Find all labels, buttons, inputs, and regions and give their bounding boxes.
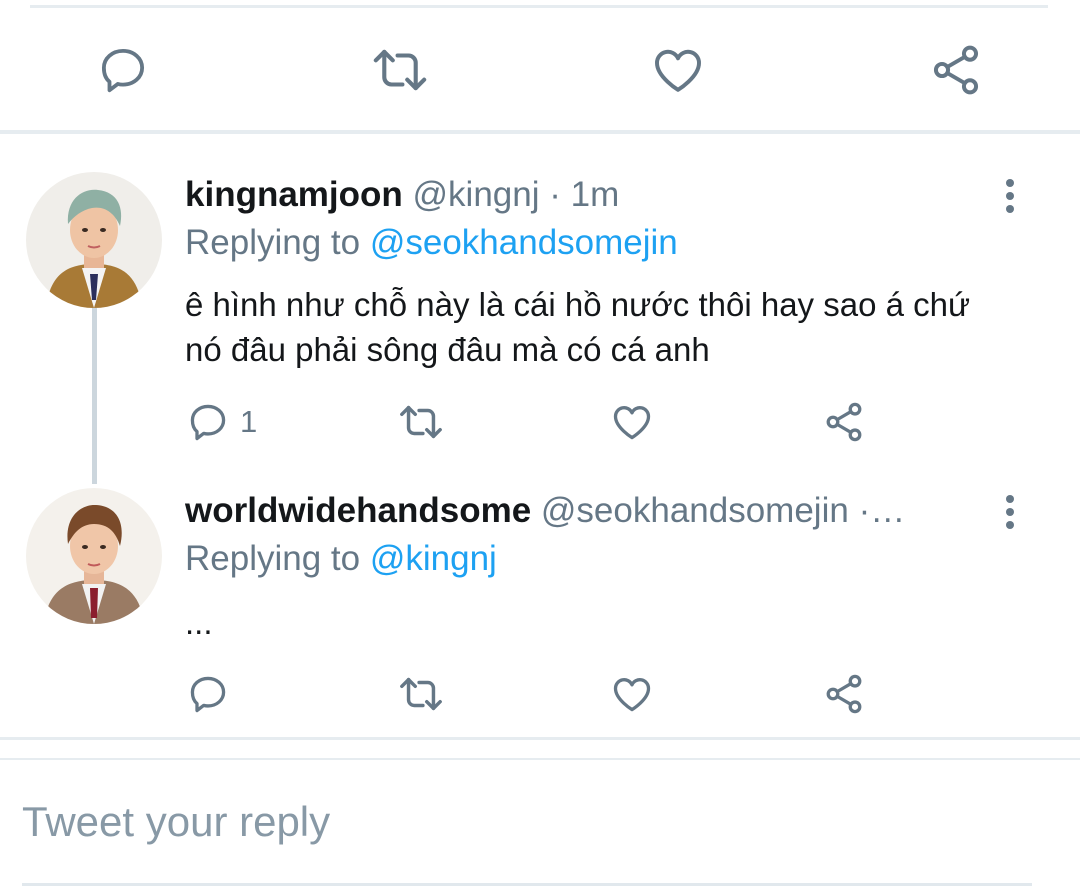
reply-button[interactable] bbox=[93, 40, 153, 100]
replying-to-line: Replying to @seokhandsomejin bbox=[185, 222, 678, 264]
replying-to-label: Replying to bbox=[185, 539, 361, 578]
display-name[interactable]: kingnamjoon bbox=[185, 175, 403, 214]
top-divider-line bbox=[30, 5, 1048, 8]
share-icon bbox=[826, 674, 862, 714]
avatar-kingnamjoon-image bbox=[26, 172, 162, 308]
reply-button[interactable]: 1 bbox=[186, 398, 257, 446]
timestamp: 1m bbox=[570, 175, 620, 214]
share-button[interactable] bbox=[822, 670, 866, 718]
display-name[interactable]: worldwidehandsome bbox=[185, 491, 531, 530]
more-options-button[interactable] bbox=[990, 174, 1030, 218]
replying-to-label: Replying to bbox=[185, 223, 361, 262]
more-options-button[interactable] bbox=[990, 490, 1030, 534]
parent-tweet-actions bbox=[0, 40, 1080, 100]
thread-connector-line bbox=[92, 308, 97, 484]
compose-divider bbox=[0, 758, 1080, 760]
tweet-text: ... bbox=[185, 604, 213, 641]
reply-input-underline bbox=[22, 883, 1032, 886]
tweet-actions: 1 bbox=[0, 398, 1080, 446]
replying-to-mention[interactable]: @kingnj bbox=[370, 539, 497, 578]
reply-count: 1 bbox=[240, 404, 258, 439]
like-icon bbox=[613, 678, 651, 712]
more-dots-icon bbox=[1006, 179, 1014, 187]
replying-to-mention[interactable]: @seokhandsomejin bbox=[370, 223, 678, 262]
retweet-button[interactable] bbox=[398, 398, 444, 446]
retweet-button[interactable] bbox=[370, 40, 430, 100]
retweet-icon bbox=[400, 677, 442, 711]
retweet-button[interactable] bbox=[398, 670, 444, 718]
tweet-text: ê hình như chỗ này là cái hồ nước thôi h… bbox=[185, 286, 971, 368]
retweet-icon bbox=[373, 49, 427, 91]
tweet-header: worldwidehandsome @seokhandsomejin ·… bbox=[185, 490, 975, 532]
avatar-worldwidehandsome-image bbox=[26, 488, 162, 624]
more-dots-icon bbox=[1006, 495, 1014, 503]
separator-dot: · bbox=[549, 175, 561, 214]
reply-button[interactable] bbox=[186, 670, 230, 718]
share-icon bbox=[933, 45, 979, 95]
like-icon bbox=[613, 406, 651, 440]
tweet-reply-input[interactable] bbox=[22, 792, 1042, 852]
tweet-header: kingnamjoon @kingnj · 1m bbox=[185, 174, 985, 216]
like-button[interactable] bbox=[648, 40, 708, 100]
tweet-actions bbox=[0, 670, 1080, 718]
user-handle[interactable]: @kingnj bbox=[413, 175, 540, 214]
retweet-icon bbox=[400, 405, 442, 439]
reply-icon bbox=[190, 676, 226, 713]
avatar[interactable] bbox=[26, 172, 162, 308]
share-icon bbox=[826, 402, 862, 442]
like-button[interactable] bbox=[610, 670, 654, 718]
like-button[interactable] bbox=[610, 398, 654, 446]
separator-ellipsis: ·… bbox=[858, 491, 906, 530]
share-button[interactable] bbox=[822, 398, 866, 446]
like-icon bbox=[655, 49, 701, 92]
section-divider bbox=[0, 130, 1080, 134]
avatar[interactable] bbox=[26, 488, 162, 624]
replying-to-line: Replying to @kingnj bbox=[185, 538, 497, 580]
reply-icon bbox=[101, 48, 145, 93]
reply-icon bbox=[190, 404, 226, 441]
tweet-thread-screen: kingnamjoon @kingnj · 1m Replying to @se… bbox=[0, 0, 1080, 892]
compose-divider-top bbox=[0, 737, 1080, 740]
share-button[interactable] bbox=[926, 40, 986, 100]
user-handle[interactable]: @seokhandsomejin bbox=[541, 491, 849, 530]
